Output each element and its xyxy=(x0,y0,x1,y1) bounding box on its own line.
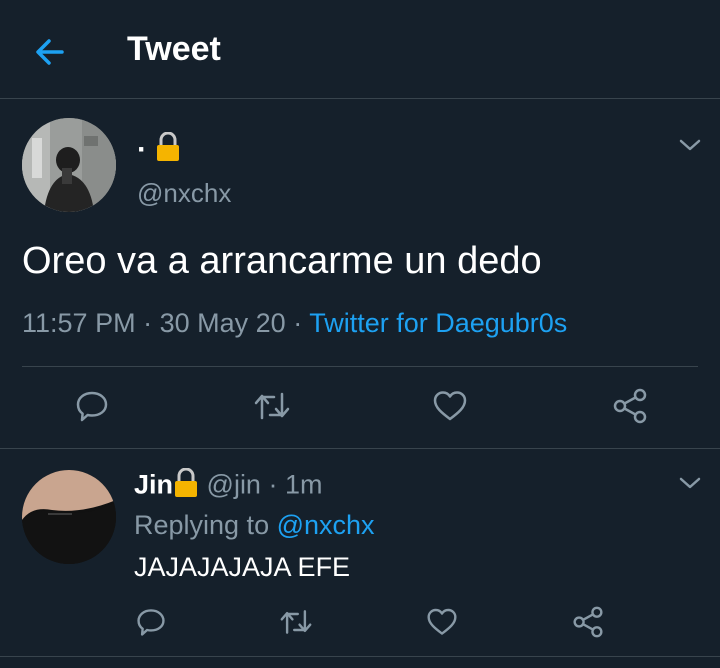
reply-avatar[interactable] xyxy=(22,470,116,564)
mention-link[interactable]: @nxchx xyxy=(277,510,375,540)
page-title: Tweet xyxy=(127,30,221,68)
tweet-text: Oreo va a arrancarme un dedo xyxy=(22,240,542,282)
retweet-icon[interactable] xyxy=(278,606,314,638)
reply-icon[interactable] xyxy=(74,388,110,424)
meta-separator: · xyxy=(268,469,278,500)
username[interactable]: @nxchx xyxy=(137,178,231,209)
divider xyxy=(22,366,698,367)
tweet-source-link[interactable]: Twitter for Daegubr0s xyxy=(309,308,567,338)
lock-icon xyxy=(155,131,181,170)
display-name-text: · xyxy=(137,132,147,166)
reply-display-name[interactable]: Jin xyxy=(134,470,173,500)
avatar[interactable] xyxy=(22,118,116,212)
meta-separator: · xyxy=(293,308,310,338)
chevron-down-icon[interactable] xyxy=(679,138,701,152)
top-bar: Tweet xyxy=(0,0,720,99)
meta-separator: · xyxy=(143,308,160,338)
share-icon[interactable] xyxy=(612,388,648,424)
retweet-icon[interactable] xyxy=(252,388,292,424)
tweet-time: 11:57 PM xyxy=(22,308,136,338)
replying-label: Replying to xyxy=(134,510,270,540)
chevron-down-icon[interactable] xyxy=(679,476,701,490)
reply-header: Jin @jin · 1m xyxy=(134,467,323,505)
divider xyxy=(0,448,720,449)
reply-username[interactable]: @jin xyxy=(207,470,261,500)
like-icon[interactable] xyxy=(432,388,468,424)
reply-icon[interactable] xyxy=(135,606,167,638)
replying-to: Replying to @nxchx xyxy=(134,510,375,541)
lock-icon xyxy=(173,467,199,505)
reply-time: 1m xyxy=(284,469,323,500)
display-name[interactable]: · xyxy=(137,131,181,170)
tweet-meta: 11:57 PM · 30 May 20 · Twitter for Daegu… xyxy=(22,308,567,339)
reply-text: JAJAJAJAJA EFE xyxy=(134,552,351,582)
tweet-date: 30 May 20 xyxy=(159,308,286,338)
like-icon[interactable] xyxy=(426,606,458,638)
share-icon[interactable] xyxy=(572,606,604,638)
back-arrow-icon[interactable] xyxy=(32,34,68,70)
divider xyxy=(0,656,720,657)
